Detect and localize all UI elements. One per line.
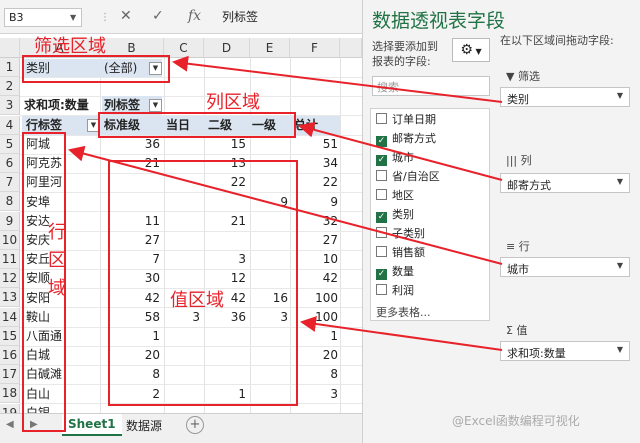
arrow-rows [68, 145, 503, 265]
arrow-values [300, 316, 503, 351]
arrow-filter [172, 55, 503, 103]
arrow-columns [298, 121, 503, 181]
annotation-arrows [68, 55, 503, 351]
